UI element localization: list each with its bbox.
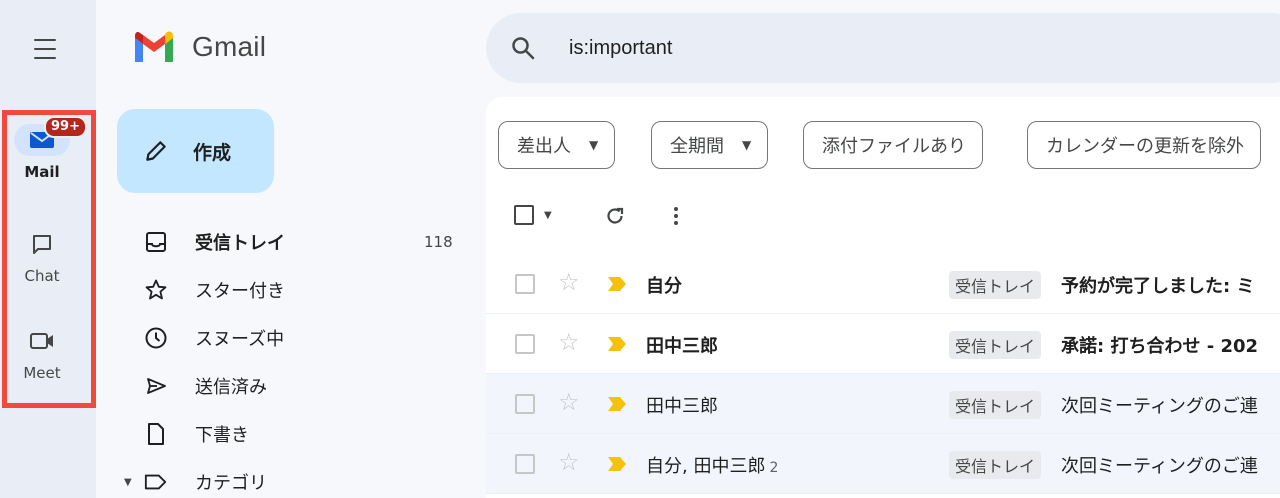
email-subject: 次回ミーティングのご連 <box>1061 456 1258 477</box>
rail-item-chat[interactable]: Chat <box>0 228 84 285</box>
filter-chip-attachment[interactable]: 添付ファイルあり <box>803 121 983 169</box>
gmail-logo-text: Gmail <box>192 31 267 62</box>
chat-icon <box>33 235 51 254</box>
chevron-down-icon: ▼ <box>589 138 599 152</box>
inbox-label-tag[interactable]: 受信トレイ <box>949 331 1042 359</box>
chip-label: 全期間 <box>670 136 724 157</box>
unread-badge: 99+ <box>44 116 87 138</box>
sender-name: 田中三郎 <box>646 396 718 417</box>
nav-item-sent[interactable]: 送信済み <box>96 366 466 406</box>
refresh-icon <box>607 207 624 224</box>
more-options-button[interactable] <box>666 205 686 227</box>
chip-label: カレンダーの更新を除外 <box>1046 136 1244 157</box>
email-row[interactable]: ☆ 自分 受信トレイ 予約が完了しました: ミ <box>486 254 1280 314</box>
send-icon <box>144 374 168 398</box>
email-row[interactable]: ☆ 田中三郎 受信トレイ 承諾: 打ち合わせ - 202 <box>486 314 1280 374</box>
inbox-label-tag[interactable]: 受信トレイ <box>949 451 1042 479</box>
star-icon[interactable]: ☆ <box>558 450 580 474</box>
checkbox-icon <box>514 205 534 225</box>
nav-item-starred[interactable]: スター付き <box>96 270 466 310</box>
filter-chip-exclude-calendar[interactable]: カレンダーの更新を除外 <box>1027 121 1261 169</box>
row-checkbox[interactable] <box>515 274 535 294</box>
expand-caret-icon[interactable]: ▼ <box>124 477 132 488</box>
gmail-logo-icon <box>135 31 173 62</box>
draft-icon <box>144 422 168 446</box>
more-vert-icon <box>674 207 678 225</box>
label-icon <box>144 470 168 494</box>
star-icon[interactable]: ☆ <box>558 270 580 294</box>
important-marker-icon[interactable] <box>607 396 627 412</box>
pencil-icon <box>146 141 166 161</box>
star-icon[interactable]: ☆ <box>558 330 580 354</box>
star-icon[interactable]: ☆ <box>558 390 580 414</box>
rail-label-mail: Mail <box>24 163 60 181</box>
chip-label: 差出人 <box>517 136 571 157</box>
compose-label: 作成 <box>193 141 232 164</box>
email-subject: 承諾: 打ち合わせ - 202 <box>1061 336 1259 357</box>
chat-icon-wrap <box>14 228 70 260</box>
email-subject: 予約が完了しました: ミ <box>1061 276 1255 297</box>
video-camera-icon <box>30 333 53 349</box>
compose-button[interactable]: 作成 <box>117 109 274 193</box>
important-marker-icon[interactable] <box>607 336 627 352</box>
nav-label: カテゴリ <box>195 473 267 494</box>
row-checkbox[interactable] <box>515 334 535 354</box>
refresh-button[interactable] <box>604 205 626 227</box>
chevron-down-icon[interactable]: ▼ <box>544 210 552 221</box>
row-checkbox[interactable] <box>515 394 535 414</box>
row-checkbox[interactable] <box>515 454 535 474</box>
select-all-checkbox[interactable]: ▼ <box>514 205 552 225</box>
nav-item-snoozed[interactable]: スヌーズ中 <box>96 318 466 358</box>
nav-label: 送信済み <box>195 377 267 398</box>
important-marker-icon[interactable] <box>607 276 627 292</box>
sender-name: 自分, 田中三郎 2 <box>646 456 779 477</box>
gmail-logo[interactable]: Gmail <box>132 30 266 64</box>
inbox-label-tag[interactable]: 受信トレイ <box>949 391 1042 419</box>
rail-item-mail[interactable]: 99+ Mail <box>0 116 87 181</box>
star-icon <box>144 278 168 302</box>
meet-icon-wrap <box>14 325 70 357</box>
nav-label: スター付き <box>195 281 285 302</box>
filter-chip-date[interactable]: 全期間 ▼ <box>651 121 769 169</box>
mail-list-panel: 差出人 ▼ 全期間 ▼ 添付ファイルあり カレンダーの更新を除外 ▼ ☆ 自分 … <box>486 97 1280 498</box>
email-row[interactable]: ☆ 自分, 田中三郎 2 受信トレイ 次回ミーティングのご連 <box>486 434 1280 494</box>
chip-label: 添付ファイルあり <box>822 136 966 157</box>
rail-label-chat: Chat <box>24 267 60 285</box>
search-input[interactable]: is:important <box>569 37 672 60</box>
rail-item-meet[interactable]: Meet <box>0 325 84 382</box>
nav-label: 下書き <box>195 425 249 446</box>
mail-icon-wrap: 99+ <box>14 116 87 156</box>
important-marker-icon[interactable] <box>607 456 627 472</box>
nav-item-categories[interactable]: ▼ カテゴリ <box>96 462 466 498</box>
search-bar[interactable]: is:important <box>486 13 1280 83</box>
inbox-count: 118 <box>424 233 453 251</box>
sidebar: Gmail 作成 受信トレイ 118 スター付き スヌーズ中 送信済み 下書き … <box>96 0 466 498</box>
app-rail: 99+ Mail Chat Meet <box>0 0 96 498</box>
nav-item-inbox[interactable]: 受信トレイ 118 <box>96 222 466 262</box>
main-menu-button[interactable] <box>28 35 62 63</box>
clock-icon <box>144 326 168 350</box>
chevron-down-icon: ▼ <box>742 138 752 152</box>
nav-item-drafts[interactable]: 下書き <box>96 414 466 454</box>
sender-name: 自分 <box>646 276 682 297</box>
sender-name: 田中三郎 <box>646 336 718 357</box>
nav-label: 受信トレイ <box>195 233 285 254</box>
nav-label: スヌーズ中 <box>195 329 285 350</box>
email-subject: 次回ミーティングのご連 <box>1061 396 1258 417</box>
inbox-icon <box>144 230 168 254</box>
email-row[interactable]: ☆ 田中三郎 受信トレイ 次回ミーティングのご連 <box>486 374 1280 434</box>
rail-label-meet: Meet <box>23 364 61 382</box>
inbox-label-tag[interactable]: 受信トレイ <box>949 271 1042 299</box>
search-icon[interactable] <box>510 35 536 61</box>
filter-chip-from[interactable]: 差出人 ▼ <box>498 121 616 169</box>
